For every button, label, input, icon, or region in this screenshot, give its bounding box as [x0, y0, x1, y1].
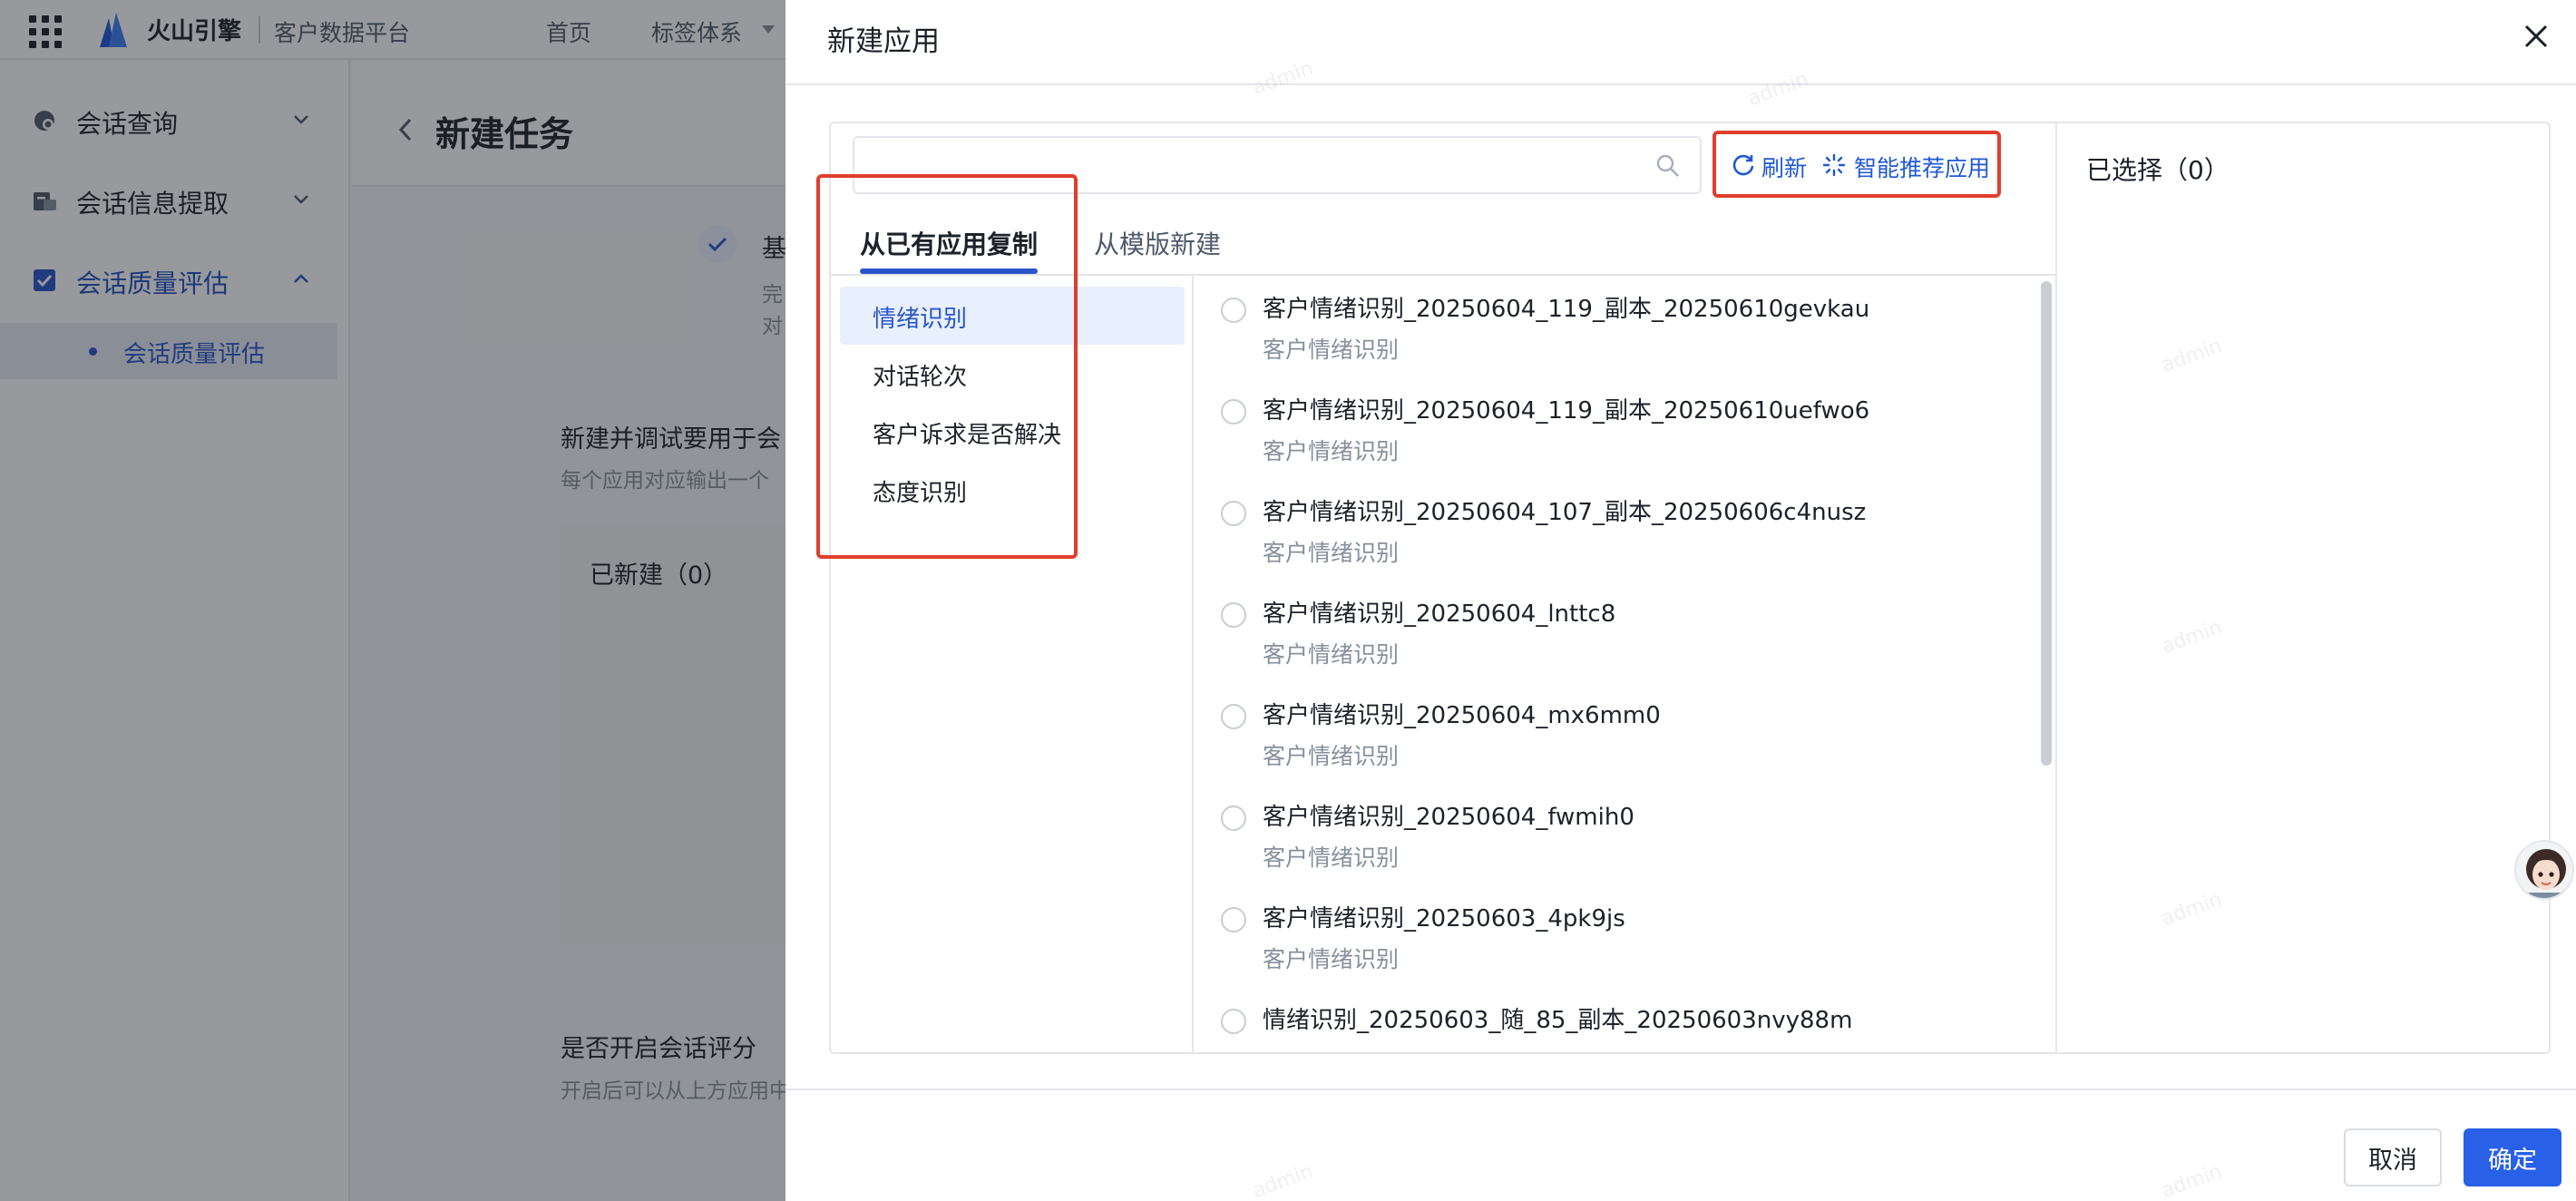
list-item[interactable]: 情绪识别_20250603_随_85_副本_20250603nvy88m — [1194, 987, 2046, 1052]
cancel-button[interactable]: 取消 — [2344, 1128, 2442, 1186]
app-name: 客户情绪识别_20250603_4pk9js — [1263, 905, 1625, 932]
modal-overlay[interactable] — [0, 0, 785, 1201]
close-icon[interactable] — [2518, 18, 2554, 54]
refresh-icon — [1732, 154, 1754, 176]
app-name: 客户情绪识别_20250604_lnttc8 — [1263, 600, 1616, 628]
confirm-button[interactable]: 确定 — [2464, 1128, 2561, 1186]
app-category: 客户情绪识别 — [1263, 438, 1400, 464]
scrollbar-thumb[interactable] — [2041, 281, 2052, 766]
radio-button[interactable] — [1221, 501, 1246, 526]
list-item[interactable]: 客户情绪识别_20250604_119_副本_20250610gevkau 客户… — [1194, 276, 2046, 377]
radio-button[interactable] — [1221, 704, 1246, 729]
radio-button[interactable] — [1221, 907, 1246, 932]
app-category: 客户情绪识别 — [1263, 641, 1400, 668]
watermark: admin — [1249, 56, 1317, 101]
radio-button[interactable] — [1221, 602, 1246, 628]
radio-button[interactable] — [1221, 298, 1246, 323]
list-item[interactable]: 客户情绪识别_20250604_mx6mm0 客户情绪识别 — [1194, 682, 2046, 784]
app-name: 情绪识别_20250603_随_85_副本_20250603nvy88m — [1263, 1007, 1853, 1034]
watermark: admin — [2158, 1159, 2226, 1201]
smart-recommend-label: 智能推荐应用 — [1854, 155, 1991, 181]
app-name: 客户情绪识别_20250604_mx6mm0 — [1263, 702, 1661, 729]
drawer-title: 新建应用 — [827, 25, 940, 58]
selected-title: 已选择（0） — [2086, 155, 2230, 185]
assistant-avatar[interactable] — [2514, 840, 2574, 900]
list-item[interactable]: 客户情绪识别_20250604_107_副本_20250606c4nusz 客户… — [1194, 479, 2046, 581]
app-category: 客户情绪识别 — [1263, 845, 1400, 871]
app-name: 客户情绪识别_20250604_119_副本_20250610uefwo6 — [1263, 397, 1870, 425]
highlight-box-categories — [816, 174, 1078, 559]
app-name: 客户情绪识别_20250604_fwmih0 — [1263, 804, 1634, 831]
app-name: 客户情绪识别_20250604_107_副本_20250606c4nusz — [1263, 499, 1867, 526]
app-category: 客户情绪识别 — [1263, 946, 1400, 972]
app-list: 客户情绪识别_20250604_119_副本_20250610gevkau 客户… — [1194, 276, 2055, 1052]
app-category: 客户情绪识别 — [1263, 540, 1400, 566]
watermark: admin — [1744, 67, 1812, 112]
new-app-drawer: 新建应用 刷新 智能推荐应用 从已有应用复制 从模版新建 情绪识别 对话轮次 客… — [785, 0, 2576, 1201]
drawer-footer-divider — [785, 1089, 2576, 1090]
selected-panel-divider — [2055, 123, 2057, 1052]
app-category: 客户情绪识别 — [1263, 337, 1400, 363]
sparkle-icon — [1822, 153, 1846, 177]
radio-button[interactable] — [1221, 1009, 1246, 1034]
list-item[interactable]: 客户情绪识别_20250604_fwmih0 客户情绪识别 — [1194, 784, 2046, 885]
app-select-panel: 刷新 智能推荐应用 从已有应用复制 从模版新建 情绪识别 对话轮次 客户诉求是否 — [816, 122, 2551, 1054]
search-icon[interactable] — [1654, 152, 1682, 180]
radio-button[interactable] — [1221, 806, 1246, 831]
app-name: 客户情绪识别_20250604_119_副本_20250610gevkau — [1263, 296, 1870, 323]
list-item[interactable]: 客户情绪识别_20250604_119_副本_20250610uefwo6 客户… — [1194, 377, 2046, 479]
tab-from-template[interactable]: 从模版新建 — [1094, 225, 1221, 261]
app-category: 客户情绪识别 — [1263, 743, 1400, 769]
drawer-header-divider — [785, 83, 2576, 85]
list-item[interactable]: 客户情绪识别_20250604_lnttc8 客户情绪识别 — [1194, 581, 2046, 682]
watermark: admin — [1249, 1159, 1317, 1201]
list-item[interactable]: 客户情绪识别_20250603_4pk9js 客户情绪识别 — [1194, 885, 2046, 987]
radio-button[interactable] — [1221, 399, 1246, 425]
refresh-label: 刷新 — [1761, 155, 1808, 181]
